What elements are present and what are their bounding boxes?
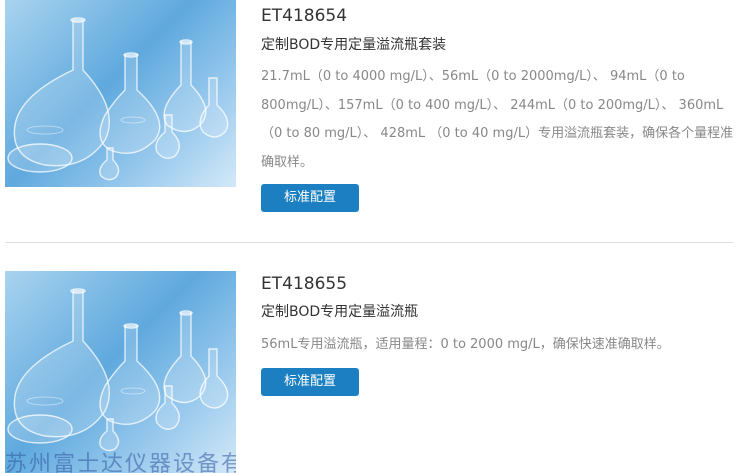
product-description: 21.7mL（0 to 4000 mg/L）、56mL（0 to 2000mg/… [261, 69, 734, 170]
product-image[interactable] [5, 0, 236, 187]
product-image[interactable] [5, 271, 236, 473]
watermark-text: 苏州富士达仪器设备有 [5, 452, 236, 473]
product-code: ET418655 [261, 274, 348, 294]
product-item: ET418655 定制BOD专用定量溢流瓶 56mL专用溢流瓶，适用量程：0 t… [0, 243, 749, 473]
product-item: ET418654 定制BOD专用定量溢流瓶套装 21.7mL（0 to 4000… [0, 0, 749, 243]
product-title: 定制BOD专用定量溢流瓶 [261, 304, 419, 320]
standard-config-button[interactable]: 标准配置 [261, 368, 359, 396]
product-code: ET418654 [261, 6, 348, 26]
product-title: 定制BOD专用定量溢流瓶套装 [261, 37, 447, 53]
product-description: 56mL专用溢流瓶，适用量程：0 to 2000 mg/L，确保快速准确取样。 [261, 337, 670, 352]
flask-illustration [7, 288, 229, 452]
flask-illustration [7, 17, 229, 181]
standard-config-button[interactable]: 标准配置 [261, 184, 359, 212]
